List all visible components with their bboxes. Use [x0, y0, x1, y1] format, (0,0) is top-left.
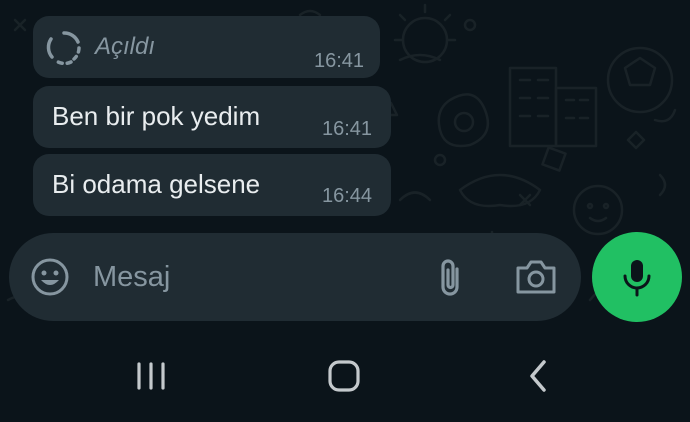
system-navigation-bar: [0, 330, 690, 422]
message-text: Açıldı: [95, 33, 156, 60]
emoji-icon[interactable]: [30, 257, 70, 297]
view-once-opened-icon: [46, 31, 81, 66]
home-icon: [328, 360, 360, 392]
message-text: Ben bir pok yedim: [52, 101, 261, 131]
paperclip-icon[interactable]: [435, 257, 467, 299]
message-bubble[interactable]: Bi odama gelsene 16:44: [33, 154, 391, 216]
message-time: 16:41: [322, 118, 373, 140]
message-bubble[interactable]: Açıldı 16:41: [33, 16, 380, 78]
message-time: 16:44: [322, 185, 373, 207]
voice-message-button[interactable]: [592, 232, 682, 322]
message-input[interactable]: [93, 258, 413, 296]
camera-icon[interactable]: [514, 257, 558, 297]
message-text: Bi odama gelsene: [52, 169, 261, 199]
back-icon: [530, 360, 546, 392]
message-time: 16:41: [314, 50, 365, 72]
microphone-icon: [623, 260, 651, 297]
message-bubble[interactable]: Ben bir pok yedim 16:41: [33, 86, 391, 148]
recent-apps-icon: [137, 362, 165, 390]
home-button[interactable]: [314, 350, 374, 402]
recent-apps-button[interactable]: [121, 350, 181, 402]
message-composer: [9, 233, 581, 321]
back-button[interactable]: [508, 350, 568, 402]
